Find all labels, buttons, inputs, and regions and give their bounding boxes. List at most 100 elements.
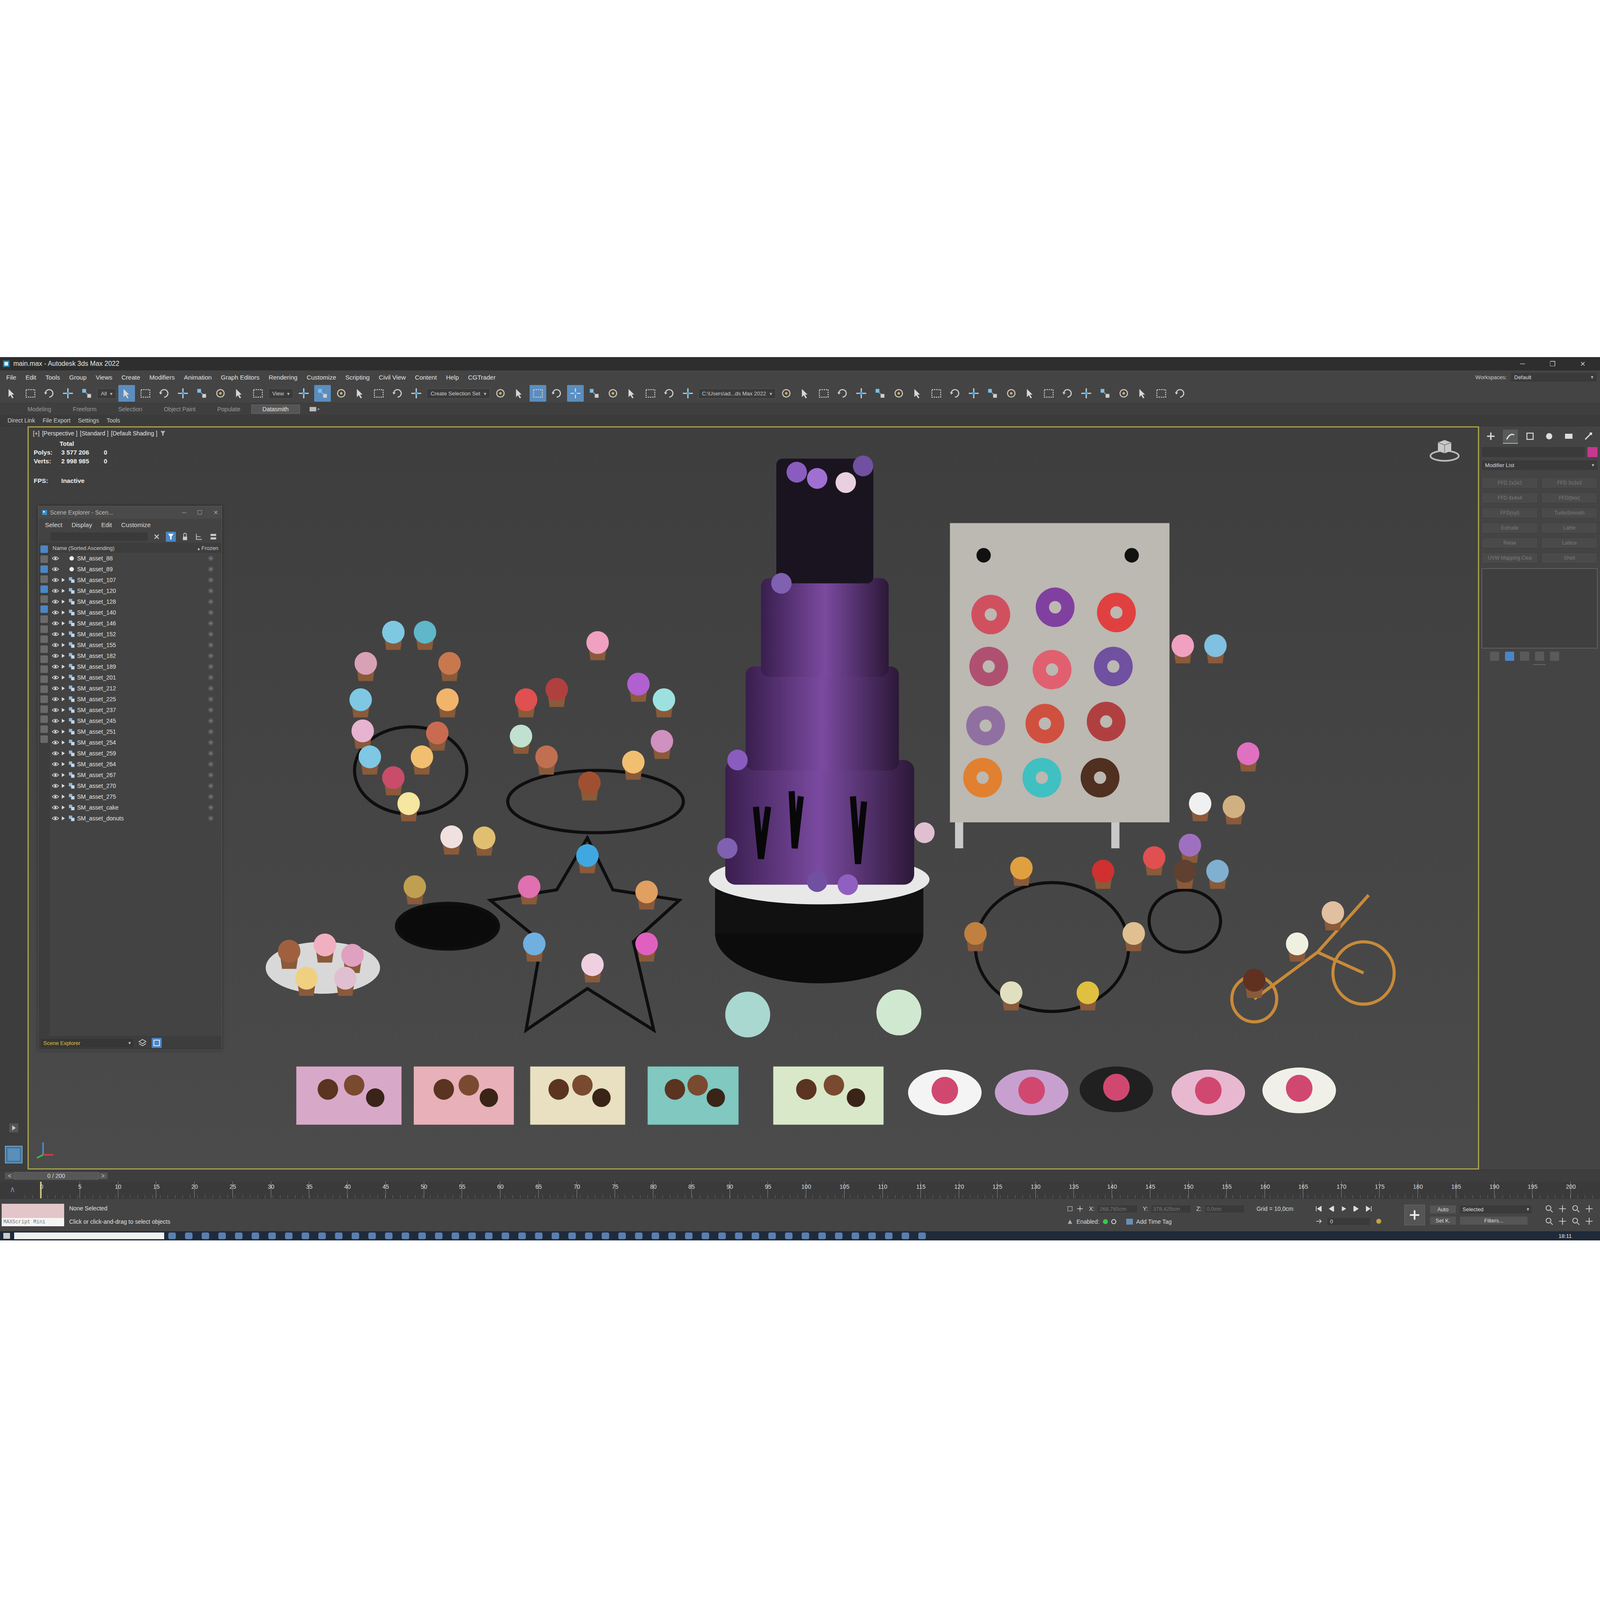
object-row[interactable]: SM_asset_89 bbox=[50, 563, 222, 575]
object-row[interactable]: SM_asset_155 bbox=[50, 639, 222, 651]
freeze-icon[interactable] bbox=[207, 793, 215, 800]
maxscript-output[interactable] bbox=[1, 1203, 65, 1218]
expand-arrow-icon[interactable] bbox=[61, 566, 67, 573]
taskbar-app-icon[interactable] bbox=[901, 1232, 910, 1240]
stack-control-button[interactable] bbox=[1535, 651, 1545, 661]
toolbar-button[interactable] bbox=[40, 385, 58, 402]
modifier-button[interactable]: TurboSmooth bbox=[1541, 507, 1598, 519]
cupcake[interactable] bbox=[382, 766, 405, 796]
scene-explorer-menu-item[interactable]: Edit bbox=[101, 521, 113, 529]
toolbar-button[interactable] bbox=[1152, 385, 1170, 402]
viewport-menu[interactable]: [+] bbox=[32, 430, 40, 437]
taskbar-app-icon[interactable] bbox=[201, 1232, 210, 1240]
toolbar-button[interactable] bbox=[623, 385, 640, 402]
command-panel-tab[interactable] bbox=[1522, 429, 1538, 443]
display-filter-icon[interactable] bbox=[40, 575, 48, 583]
navigation-icon[interactable] bbox=[1571, 1217, 1580, 1226]
scene-explorer-menu-item[interactable]: Customize bbox=[121, 521, 151, 529]
display-filter-icon[interactable] bbox=[40, 565, 48, 573]
stack-control-button[interactable] bbox=[1520, 651, 1530, 661]
toolbar-button[interactable] bbox=[777, 385, 795, 402]
toolbar-button[interactable] bbox=[389, 385, 406, 402]
toolbar-button[interactable] bbox=[796, 385, 814, 402]
object-row[interactable]: SM_asset_212 bbox=[50, 682, 222, 694]
coordinate-field[interactable]: 0,0cm bbox=[1205, 1205, 1245, 1213]
play-icon[interactable] bbox=[8, 1122, 19, 1133]
datasmith-button[interactable]: Tools bbox=[106, 417, 121, 424]
object-row[interactable]: SM_asset_120 bbox=[50, 585, 222, 597]
display-filter-icon[interactable] bbox=[40, 715, 48, 723]
freeze-icon[interactable] bbox=[207, 609, 215, 616]
menu-item[interactable]: Rendering bbox=[264, 373, 303, 381]
toolbar-button[interactable] bbox=[1115, 385, 1133, 402]
toolbar-button[interactable] bbox=[1002, 385, 1020, 402]
scene-explorer-control[interactable]: ─ bbox=[182, 509, 187, 516]
track-bar-icon[interactable]: /\ bbox=[0, 1186, 25, 1194]
display-filter-icon[interactable] bbox=[40, 635, 48, 643]
object-row[interactable]: SM_asset_128 bbox=[50, 596, 222, 608]
taskbar-app-icon[interactable] bbox=[701, 1232, 710, 1240]
viewcube-icon[interactable] bbox=[1427, 437, 1462, 463]
visibility-eye-icon[interactable] bbox=[51, 815, 60, 822]
navigation-icon[interactable] bbox=[1558, 1204, 1567, 1213]
display-filter-icon[interactable] bbox=[40, 655, 48, 663]
go-to-end-icon[interactable] bbox=[1365, 1205, 1373, 1213]
scene-explorer-titlebar[interactable]: Scene Explorer - Scen... ─☐✕ bbox=[38, 506, 222, 519]
taskbar-app-icon[interactable] bbox=[268, 1232, 276, 1240]
cupcake[interactable] bbox=[295, 966, 318, 996]
toolbar-button[interactable] bbox=[909, 385, 926, 402]
toolbar-button[interactable] bbox=[78, 385, 95, 402]
freeze-icon[interactable] bbox=[207, 782, 215, 790]
cupcake[interactable] bbox=[1188, 792, 1212, 822]
dessert-tray[interactable] bbox=[413, 1066, 514, 1125]
visibility-eye-icon[interactable] bbox=[51, 728, 60, 735]
toolbar-button[interactable] bbox=[852, 385, 870, 402]
isolate-icon[interactable] bbox=[1066, 1205, 1074, 1213]
taskbar-app-icon[interactable] bbox=[635, 1232, 643, 1240]
taskbar-app-icon[interactable] bbox=[601, 1232, 610, 1240]
taskbar-app-icon[interactable] bbox=[251, 1232, 260, 1240]
cupcake[interactable] bbox=[349, 688, 373, 718]
toolbar-button[interactable] bbox=[230, 385, 248, 402]
object-row[interactable]: SM_asset_275 bbox=[50, 791, 222, 803]
display-filter-icon[interactable] bbox=[40, 605, 48, 613]
track-bar[interactable]: /\ 0510152025303540455055606570758085909… bbox=[0, 1181, 1600, 1199]
toolbar-button[interactable] bbox=[529, 385, 547, 402]
visibility-eye-icon[interactable] bbox=[51, 717, 60, 724]
taskbar-app-icon[interactable] bbox=[318, 1232, 326, 1240]
toolbar-button[interactable] bbox=[946, 385, 964, 402]
freeze-icon[interactable] bbox=[207, 815, 215, 822]
window-control-button[interactable]: ─ bbox=[1507, 360, 1538, 368]
cupcake[interactable] bbox=[410, 745, 434, 775]
expand-arrow-icon[interactable] bbox=[61, 815, 67, 822]
menu-item[interactable]: Content bbox=[410, 373, 442, 381]
toolbar-button[interactable] bbox=[3, 385, 20, 402]
toolbar-button[interactable] bbox=[548, 385, 565, 402]
key-filter-dropdown[interactable]: Selected▾ bbox=[1460, 1205, 1532, 1214]
freeze-icon[interactable] bbox=[207, 760, 215, 768]
cupcake[interactable] bbox=[1122, 922, 1145, 952]
menu-item[interactable]: Create bbox=[117, 373, 145, 381]
auto-key-button[interactable]: Auto bbox=[1430, 1205, 1456, 1214]
toolbar-button[interactable] bbox=[22, 385, 39, 402]
object-row[interactable]: SM_asset_237 bbox=[50, 704, 222, 716]
display-filter-icon[interactable] bbox=[40, 615, 48, 623]
current-frame-field[interactable]: 0 bbox=[1327, 1217, 1370, 1225]
modifier-button[interactable]: FFD(cyl) bbox=[1481, 507, 1538, 519]
toolbar-button[interactable] bbox=[642, 385, 659, 402]
toolbar-button[interactable] bbox=[1077, 385, 1095, 402]
cupcake[interactable] bbox=[1178, 833, 1202, 863]
navigation-icon[interactable] bbox=[1585, 1204, 1594, 1213]
taskbar-app-icon[interactable] bbox=[451, 1232, 460, 1240]
object-row[interactable]: SM_asset_140 bbox=[50, 607, 222, 618]
toolbar-button[interactable] bbox=[1096, 385, 1114, 402]
object-name-field[interactable] bbox=[1481, 447, 1585, 458]
cupcake[interactable] bbox=[1092, 859, 1115, 889]
cupcake[interactable] bbox=[1010, 856, 1033, 886]
workspace-dropdown[interactable]: Default▾ bbox=[1510, 372, 1597, 382]
visibility-eye-icon[interactable] bbox=[51, 587, 60, 594]
taskbar-app-icon[interactable] bbox=[585, 1232, 593, 1240]
cupcake[interactable] bbox=[652, 688, 676, 718]
visibility-eye-icon[interactable] bbox=[51, 793, 60, 800]
toolbar-button[interactable] bbox=[834, 385, 851, 402]
